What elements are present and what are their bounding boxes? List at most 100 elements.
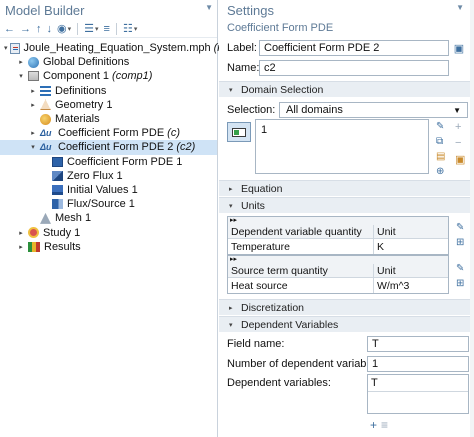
section-domain-selection[interactable]: ▾ Domain Selection bbox=[219, 81, 470, 97]
pin-down-icon[interactable]: ▼ bbox=[205, 3, 213, 12]
chevron-right-icon[interactable]: ▸ bbox=[16, 58, 26, 66]
dependent-variables-table[interactable]: T bbox=[367, 374, 469, 414]
tree-item-mesh-1[interactable]: Mesh 1 bbox=[0, 211, 217, 225]
flux-source-1-icon bbox=[52, 199, 63, 210]
clear-selection-icon[interactable]: ▣ bbox=[455, 153, 465, 166]
tree-item-coefficient-form-pde[interactable]: ▸ Δu Coefficient Form PDE (c) bbox=[0, 126, 217, 140]
paste-icon[interactable]: ▤ bbox=[436, 151, 445, 162]
settings-scrollbar[interactable] bbox=[470, 0, 474, 437]
number-of-dependent-variables-input[interactable]: 1 bbox=[367, 356, 469, 372]
tree-item-results[interactable]: ▸ Results bbox=[0, 240, 217, 254]
tree-item-initial-values-1[interactable]: Initial Values 1 bbox=[0, 183, 217, 197]
tree-item-label: Component 1 bbox=[43, 70, 110, 83]
show-more-icon[interactable]: ◉ ▾ bbox=[57, 22, 71, 35]
list-item[interactable]: T bbox=[371, 377, 465, 389]
tree-item-geometry-1[interactable]: ▸ Geometry 1 bbox=[0, 98, 217, 112]
chevron-right-icon[interactable]: ▸ bbox=[16, 243, 26, 251]
tree-item-global-definitions[interactable]: ▸ Global Definitions bbox=[0, 55, 217, 69]
chevron-down-icon[interactable]: ▾ bbox=[28, 143, 38, 151]
table-edit-icon[interactable]: ⊞ bbox=[456, 237, 464, 248]
table-edit-icon[interactable]: ≡ bbox=[381, 418, 388, 432]
section-equation[interactable]: ▸ Equation bbox=[219, 180, 470, 196]
section-dependent-variables[interactable]: ▾ Dependent Variables bbox=[219, 316, 470, 332]
arrow-left-icon[interactable]: ← bbox=[4, 23, 15, 35]
tree-item-label: Coefficient Form PDE 1 bbox=[67, 155, 183, 168]
chevron-right-icon[interactable]: ▸ bbox=[28, 129, 38, 137]
domain-side-tools: ✎ ⧉ ▤ ⊕ bbox=[436, 121, 445, 177]
units-table-dependent: ▸▸ Dependent variable quantity Unit Temp… bbox=[227, 216, 449, 255]
units-table-1-tools: ✎ ⊞ bbox=[456, 222, 464, 248]
tree-item-coefficient-form-pde-2[interactable]: ▾ Δu Coefficient Form PDE 2 (c2) bbox=[0, 140, 217, 155]
section-dependent-variables-label: Dependent Variables bbox=[241, 318, 339, 331]
tree-item-label: Joule_Heating_Equation_System.mph bbox=[23, 42, 211, 55]
selection-dropdown[interactable]: All domains ▼ bbox=[279, 102, 468, 118]
section-units[interactable]: ▾ Units bbox=[219, 197, 470, 213]
collapse-all-icon[interactable]: ☰ ▾ bbox=[84, 22, 98, 35]
initial-values-1-icon bbox=[52, 184, 63, 195]
arrow-right-icon[interactable]: → bbox=[20, 23, 31, 35]
tree-item-flux-source-1[interactable]: Flux/Source 1 bbox=[0, 197, 217, 211]
chevron-right-icon[interactable]: ▸ bbox=[28, 101, 38, 109]
chevron-down-icon: ▾ bbox=[229, 86, 233, 94]
units-table-source: ▸▸ Source term quantity Unit Heat source… bbox=[227, 255, 449, 294]
tree-item-component-1[interactable]: ▾ Component 1 (comp1) bbox=[0, 69, 217, 83]
table-row[interactable]: Heat source W/m^3 bbox=[228, 278, 448, 293]
list-item[interactable]: 1 bbox=[261, 124, 423, 136]
settings-header: Settings ▼ bbox=[219, 0, 474, 20]
active-toggle-button[interactable] bbox=[227, 122, 251, 142]
chevron-down-icon[interactable]: ▾ bbox=[4, 44, 8, 52]
zoom-target-icon[interactable]: ⊕ bbox=[436, 166, 445, 177]
domain-list[interactable]: 1 bbox=[255, 119, 429, 174]
tree-item-label: Definitions bbox=[55, 84, 107, 97]
edit-physical-quantity-icon[interactable]: ✎ bbox=[456, 263, 464, 274]
chevron-down-icon[interactable]: ▾ bbox=[16, 72, 26, 80]
edit-physical-quantity-icon[interactable]: ✎ bbox=[456, 222, 464, 233]
pin-down-icon[interactable]: ▼ bbox=[456, 3, 464, 12]
chevron-right-icon[interactable]: ▸ bbox=[16, 229, 26, 237]
model-tree-options-icon[interactable]: ☷ ▾ bbox=[123, 22, 137, 35]
name-caption: Name: bbox=[227, 62, 260, 74]
copy-icon[interactable]: ⧉ bbox=[436, 136, 445, 147]
reset-label-icon[interactable]: ▣ bbox=[453, 42, 465, 55]
tree-item-definitions[interactable]: ▸ Definitions bbox=[0, 84, 217, 98]
cell-unit: W/m^3 bbox=[377, 279, 410, 292]
global-definitions-icon bbox=[28, 56, 39, 68]
cell-unit: K bbox=[377, 240, 385, 253]
expand-all-icon[interactable]: ≡ bbox=[104, 23, 110, 35]
table-marker: ▸▸ bbox=[228, 256, 448, 264]
settings-pane: Settings ▼ Coefficient Form PDE Label: C… bbox=[219, 0, 474, 437]
tree-item-zero-flux-1[interactable]: Zero Flux 1 bbox=[0, 169, 217, 183]
coefficient-form-pde-2-icon: Δu bbox=[40, 141, 52, 152]
tree-item-tag: (c2) bbox=[176, 141, 196, 154]
tree-item-label: Results bbox=[44, 240, 81, 253]
dependent-variables-list: T bbox=[368, 375, 468, 392]
tree-item-root[interactable]: ▾Joule_Heating_Equation_System.mph (root… bbox=[0, 41, 240, 55]
tree-item-study-1[interactable]: ▸ Study 1 bbox=[0, 225, 217, 239]
settings-subtitle: Coefficient Form PDE bbox=[227, 22, 334, 34]
dependent-variables-tools: + ≡ bbox=[370, 418, 388, 432]
paint-icon[interactable]: ✎ bbox=[436, 121, 445, 132]
tree-item-label: Zero Flux 1 bbox=[67, 169, 123, 182]
plus-icon[interactable]: + bbox=[370, 418, 377, 432]
cell-quantity: Heat source bbox=[228, 278, 374, 293]
label-field[interactable]: Coefficient Form PDE 2 bbox=[259, 40, 449, 56]
chevron-right-icon[interactable]: ▸ bbox=[28, 87, 38, 95]
tree-item-coefficient-form-pde-1[interactable]: Coefficient Form PDE 1 bbox=[0, 155, 217, 169]
minus-icon[interactable]: − bbox=[455, 137, 465, 149]
dependent-variables-caption: Dependent variables: bbox=[227, 377, 331, 389]
tree-item-label: Global Definitions bbox=[43, 56, 130, 69]
tree-item-materials[interactable]: Materials bbox=[0, 112, 217, 126]
field-name-input[interactable]: T bbox=[367, 336, 469, 352]
arrow-down-icon[interactable]: ↓ bbox=[47, 23, 53, 35]
chevron-down-icon: ▾ bbox=[229, 321, 233, 329]
plus-icon[interactable]: + bbox=[455, 121, 465, 133]
table-row[interactable]: Temperature K bbox=[228, 239, 448, 254]
arrow-up-icon[interactable]: ↑ bbox=[36, 23, 42, 35]
selection-caption: Selection: bbox=[227, 104, 276, 116]
model-builder-title: Model Builder bbox=[5, 2, 85, 18]
tree-item-tag: (c) bbox=[167, 127, 180, 140]
section-discretization[interactable]: ▸ Discretization bbox=[219, 299, 470, 315]
table-edit-icon[interactable]: ⊞ bbox=[456, 278, 464, 289]
section-domain-selection-label: Domain Selection bbox=[241, 83, 324, 96]
name-field[interactable]: c2 bbox=[259, 60, 449, 76]
